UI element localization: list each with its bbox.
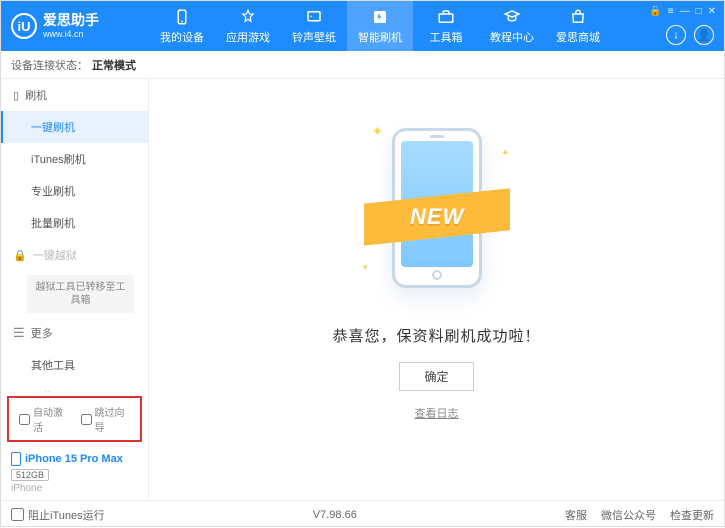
brand-logo-icon: iU [11, 13, 37, 39]
shop-icon [569, 8, 587, 26]
block-itunes-checkbox[interactable]: 阻止iTunes运行 [11, 507, 105, 523]
device-name: iPhone 15 Pro Max [25, 453, 123, 465]
status-value: 正常模式 [92, 57, 136, 73]
more-icon: ☰ [13, 325, 25, 341]
main-content: ✦ ✦ ✦ NEW 恭喜您，保资料刷机成功啦！ 确定 查看日志 [149, 79, 724, 500]
lock-icon[interactable]: 🔒 [649, 6, 661, 17]
phone-icon: ▯ [13, 89, 19, 102]
view-log-link[interactable]: 查看日志 [415, 405, 459, 421]
skip-guide-checkbox[interactable]: 跳过向导 [81, 404, 131, 434]
close-icon[interactable]: ✕ [708, 6, 716, 17]
nav-shop[interactable]: 爱思商城 [545, 1, 611, 51]
success-message: 恭喜您，保资料刷机成功啦！ [332, 325, 540, 346]
sidebar: ▯ 刷机 一键刷机iTunes刷机专业刷机批量刷机 🔒 一键越狱 越狱工具已转移… [1, 79, 149, 500]
sidebar-item[interactable]: 专业刷机 [1, 175, 148, 207]
status-bar: 设备连接状态： 正常模式 [1, 51, 724, 79]
user-button[interactable]: 👤 [694, 25, 714, 45]
device-info[interactable]: iPhone 15 Pro Max 512GB iPhone [1, 446, 148, 500]
sidebar-item[interactable]: 下载固件 [1, 381, 148, 392]
ringtone-icon [305, 8, 323, 26]
nav-tutorial[interactable]: 教程中心 [479, 1, 545, 51]
sidebar-item[interactable]: iTunes刷机 [1, 143, 148, 175]
nav-ringtone[interactable]: 铃声壁纸 [281, 1, 347, 51]
device-icon [11, 452, 21, 466]
brand-url: www.i4.cn [43, 29, 99, 39]
top-nav: 我的设备应用游戏铃声壁纸智能刷机工具箱教程中心爱思商城 [149, 1, 611, 51]
minimize-icon[interactable]: — [680, 6, 690, 17]
sidebar-item[interactable]: 其他工具 [1, 349, 148, 381]
flash-icon [371, 8, 389, 26]
nav-app[interactable]: 应用游戏 [215, 1, 281, 51]
nav-toolbox[interactable]: 工具箱 [413, 1, 479, 51]
toolbox-icon [437, 8, 455, 26]
sidebar-section-more[interactable]: ☰ 更多 [1, 317, 148, 349]
brand-name: 爱思助手 [43, 13, 99, 28]
device-storage: 512GB [11, 469, 49, 481]
success-illustration: ✦ ✦ ✦ NEW [372, 128, 502, 303]
download-button[interactable]: ↓ [666, 25, 686, 45]
footer-link[interactable]: 微信公众号 [601, 507, 656, 523]
app-header: iU 爱思助手 www.i4.cn 我的设备应用游戏铃声壁纸智能刷机工具箱教程中… [1, 1, 724, 51]
sidebar-section-jailbreak: 🔒 一键越狱 [1, 239, 148, 271]
options-highlight-box: 自动激活 跳过向导 [7, 396, 142, 442]
app-icon [239, 8, 257, 26]
sidebar-item[interactable]: 一键刷机 [1, 111, 148, 143]
phone-icon [173, 8, 191, 26]
footer-link[interactable]: 检查更新 [670, 507, 714, 523]
device-type: iPhone [11, 483, 138, 494]
sidebar-section-flash[interactable]: ▯ 刷机 [1, 79, 148, 111]
ok-button[interactable]: 确定 [399, 362, 473, 391]
nav-phone[interactable]: 我的设备 [149, 1, 215, 51]
new-ribbon: NEW [364, 188, 510, 245]
footer: 阻止iTunes运行 V7.98.66 客服微信公众号检查更新 [1, 500, 724, 528]
window-controls: 🔒 ≡ — □ ✕ [649, 6, 716, 17]
maximize-icon[interactable]: □ [696, 6, 702, 17]
sidebar-item[interactable]: 批量刷机 [1, 207, 148, 239]
brand: iU 爱思助手 www.i4.cn [1, 13, 149, 39]
auto-activate-checkbox[interactable]: 自动激活 [19, 404, 69, 434]
version-label: V7.98.66 [313, 509, 357, 521]
footer-link[interactable]: 客服 [565, 507, 587, 523]
jailbreak-note: 越狱工具已转移至工具箱 [27, 275, 134, 313]
menu-icon[interactable]: ≡ [668, 6, 674, 17]
tutorial-icon [503, 8, 521, 26]
nav-flash[interactable]: 智能刷机 [347, 1, 413, 51]
lock-icon: 🔒 [13, 249, 27, 262]
status-label: 设备连接状态： [11, 57, 88, 73]
